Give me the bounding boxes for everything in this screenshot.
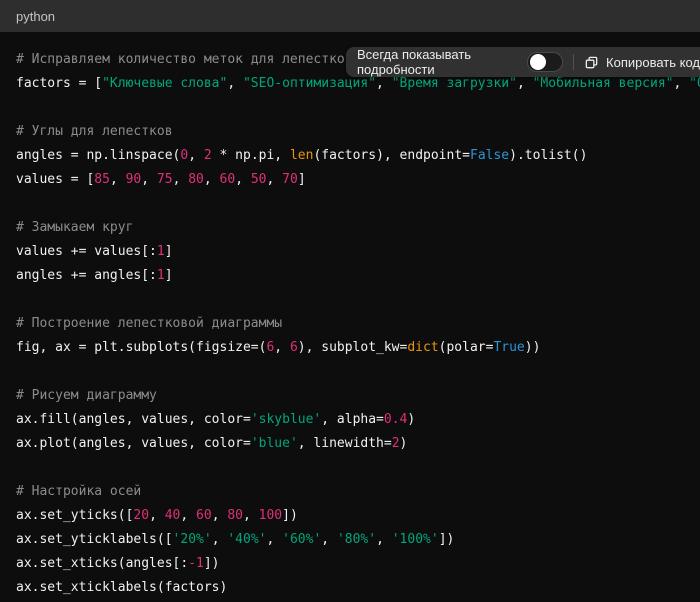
code-line: ax.set_xticklabels(factors)	[16, 576, 684, 600]
code-line: # Углы для лепестков	[16, 120, 684, 144]
always-show-details-label: Всегда показывать подробности	[357, 47, 518, 77]
copy-icon	[584, 55, 599, 70]
code-line: ax.fill(angles, values, color='skyblue',…	[16, 408, 684, 432]
code-line: fig, ax = plt.subplots(figsize=(6, 6), s…	[16, 336, 684, 360]
code-line	[16, 192, 684, 216]
code-line: ax.set_yticks([20, 40, 60, 80, 100])	[16, 504, 684, 528]
code-line	[16, 360, 684, 384]
code-line: # Построение лепестковой диаграммы	[16, 312, 684, 336]
toggle-knob	[530, 54, 546, 70]
code-line	[16, 96, 684, 120]
code-line: values = [85, 90, 75, 80, 60, 50, 70]	[16, 168, 684, 192]
language-label: python	[16, 9, 55, 24]
code-line	[16, 456, 684, 480]
divider	[573, 54, 574, 70]
code-line: # Замыкаем круг	[16, 216, 684, 240]
code-line: values += values[:1]	[16, 240, 684, 264]
code-line: # Настройка осей	[16, 480, 684, 504]
copy-code-label: Копировать код	[606, 55, 700, 70]
code-block: python # Исправляем количество меток для…	[0, 0, 700, 602]
code-block-header: python	[0, 0, 700, 32]
code-line: ax.set_yticklabels(['20%', '40%', '60%',…	[16, 528, 684, 552]
copy-code-button[interactable]: Копировать код	[584, 55, 700, 70]
code-line: # Рисуем диаграмму	[16, 384, 684, 408]
code-action-bar: Всегда показывать подробности Копировать…	[346, 47, 700, 77]
always-show-details-toggle[interactable]	[527, 52, 563, 72]
code-line: ax.plot(angles, values, color='blue', li…	[16, 432, 684, 456]
code-line: angles += angles[:1]	[16, 264, 684, 288]
code-line	[16, 288, 684, 312]
code-lines: # Исправляем количество меток для лепест…	[0, 32, 700, 602]
code-line: angles = np.linspace(0, 2 * np.pi, len(f…	[16, 144, 684, 168]
code-line: ax.set_xticks(angles[:-1])	[16, 552, 684, 576]
